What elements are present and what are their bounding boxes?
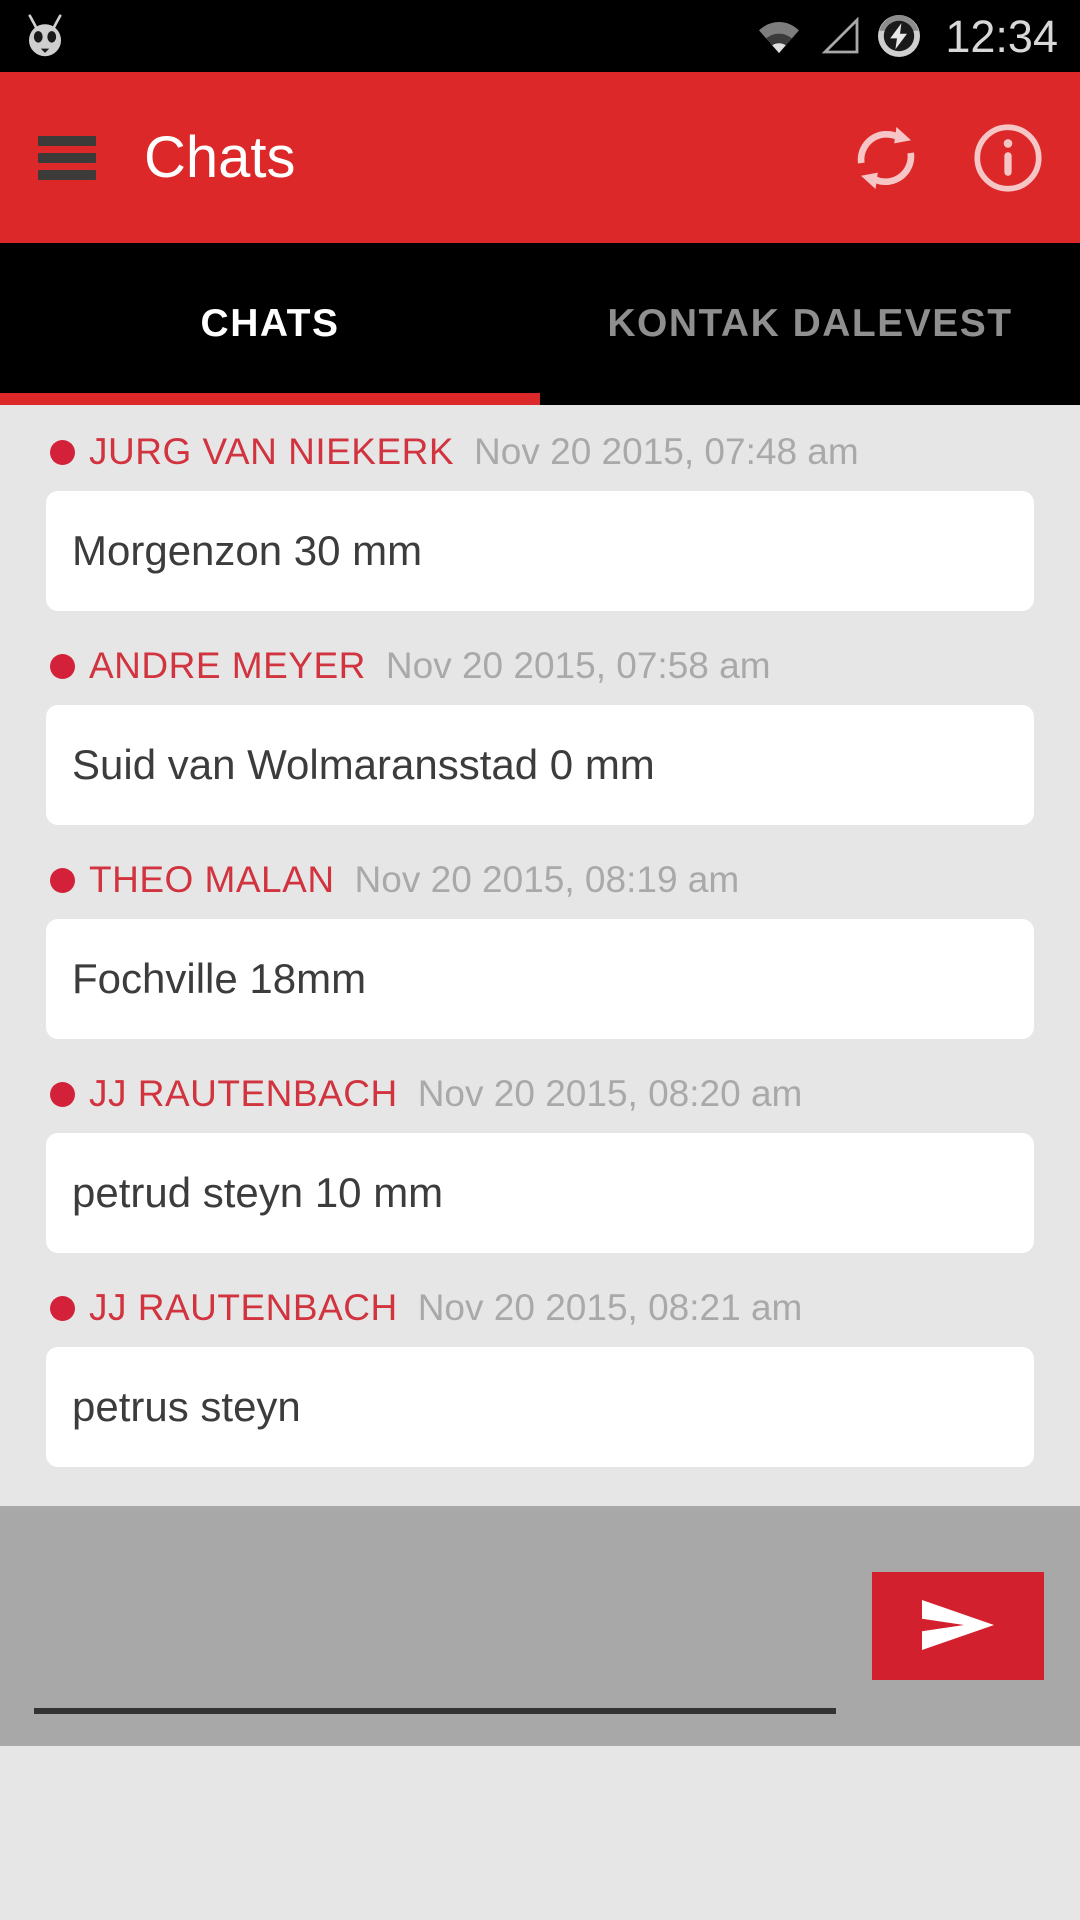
tab-indicator (0, 393, 540, 405)
chat-timestamp: Nov 20 2015, 08:57 am (451, 1501, 836, 1506)
unread-dot-icon (50, 867, 75, 893)
message-input[interactable] (34, 1564, 836, 1714)
status-clock: 12:34 (945, 10, 1058, 62)
chat-message-item[interactable]: THEO MALAN Nov 20 2015, 08:19 am Fochvil… (0, 859, 1080, 1039)
hamburger-bar (38, 169, 96, 180)
tab-bar: CHATS KONTAK DALEVEST (0, 243, 1080, 405)
chat-sender-name: THEO MALAN (89, 859, 335, 900)
hamburger-bar (38, 152, 96, 163)
chat-list[interactable]: JURG VAN NIEKERK Nov 20 2015, 07:48 am M… (0, 405, 1080, 1506)
signal-triangle-icon (817, 16, 861, 56)
chat-message-body[interactable]: Morgenzon 30 mm (46, 491, 1034, 611)
chat-timestamp: Nov 20 2015, 07:48 am (474, 431, 859, 472)
chat-message-item[interactable]: JURG VAN NIEKERK Nov 20 2015, 07:48 am M… (0, 431, 1080, 611)
unread-dot-icon (50, 1081, 75, 1107)
chat-sender-name: JJ RAUTENBACH (89, 1287, 398, 1328)
chat-sender-name: JOHAN JVVUUREN (89, 1501, 431, 1506)
send-paper-plane-icon (912, 1594, 1004, 1659)
cyanogenmod-logo-icon (18, 9, 72, 63)
chat-sender-name: ANDRE MEYER (89, 645, 366, 686)
chat-message-header: ANDRE MEYER Nov 20 2015, 07:58 am (46, 645, 1034, 687)
chat-message-item[interactable]: ANDRE MEYER Nov 20 2015, 07:58 am Suid v… (0, 645, 1080, 825)
sync-refresh-icon[interactable] (848, 120, 924, 196)
chat-message-item[interactable]: JJ RAUTENBACH Nov 20 2015, 08:21 am petr… (0, 1287, 1080, 1467)
chat-message-item[interactable]: JJ RAUTENBACH Nov 20 2015, 08:20 am petr… (0, 1073, 1080, 1253)
message-composer (0, 1506, 1080, 1746)
chat-timestamp: Nov 20 2015, 07:58 am (385, 645, 771, 686)
chat-sender-name: JURG VAN NIEKERK (89, 431, 455, 472)
hamburger-menu-icon[interactable] (38, 135, 96, 180)
unread-dot-icon (50, 653, 75, 679)
chat-message-header: JJ RAUTENBACH Nov 20 2015, 08:21 am (46, 1287, 1034, 1329)
hamburger-bar (38, 135, 96, 146)
chat-message-header: JURG VAN NIEKERK Nov 20 2015, 07:48 am (46, 431, 1034, 473)
chat-message-body[interactable]: petrud steyn 10 mm (46, 1133, 1034, 1253)
app-bar-actions (848, 120, 1046, 196)
battery-charging-icon (875, 12, 923, 60)
app-bar: Chats (0, 72, 1080, 243)
chat-timestamp: Nov 20 2015, 08:19 am (354, 859, 740, 900)
chat-message-body[interactable]: Fochville 18mm (46, 919, 1034, 1039)
status-bar: 12:34 (0, 0, 1080, 72)
chat-message-header: THEO MALAN Nov 20 2015, 08:19 am (46, 859, 1034, 901)
unread-dot-icon (50, 1295, 75, 1321)
chat-timestamp: Nov 20 2015, 08:20 am (417, 1073, 803, 1114)
tab-chats[interactable]: CHATS (0, 243, 540, 405)
tab-kontak-dalevest[interactable]: KONTAK DALEVEST (540, 243, 1080, 405)
page-title: Chats (144, 124, 296, 190)
chat-message-body[interactable]: Suid van Wolmaransstad 0 mm (46, 705, 1034, 825)
send-button[interactable] (872, 1572, 1044, 1680)
unread-dot-icon (50, 439, 75, 465)
chat-message-header: JJ RAUTENBACH Nov 20 2015, 08:20 am (46, 1073, 1034, 1115)
chat-sender-name: JJ RAUTENBACH (89, 1073, 398, 1114)
info-circle-icon[interactable] (970, 120, 1046, 196)
chat-message-body[interactable]: petrus steyn (46, 1347, 1034, 1467)
chat-timestamp: Nov 20 2015, 08:21 am (417, 1287, 803, 1328)
wifi-icon (755, 16, 803, 56)
status-indicators: 12:34 (755, 12, 1058, 60)
